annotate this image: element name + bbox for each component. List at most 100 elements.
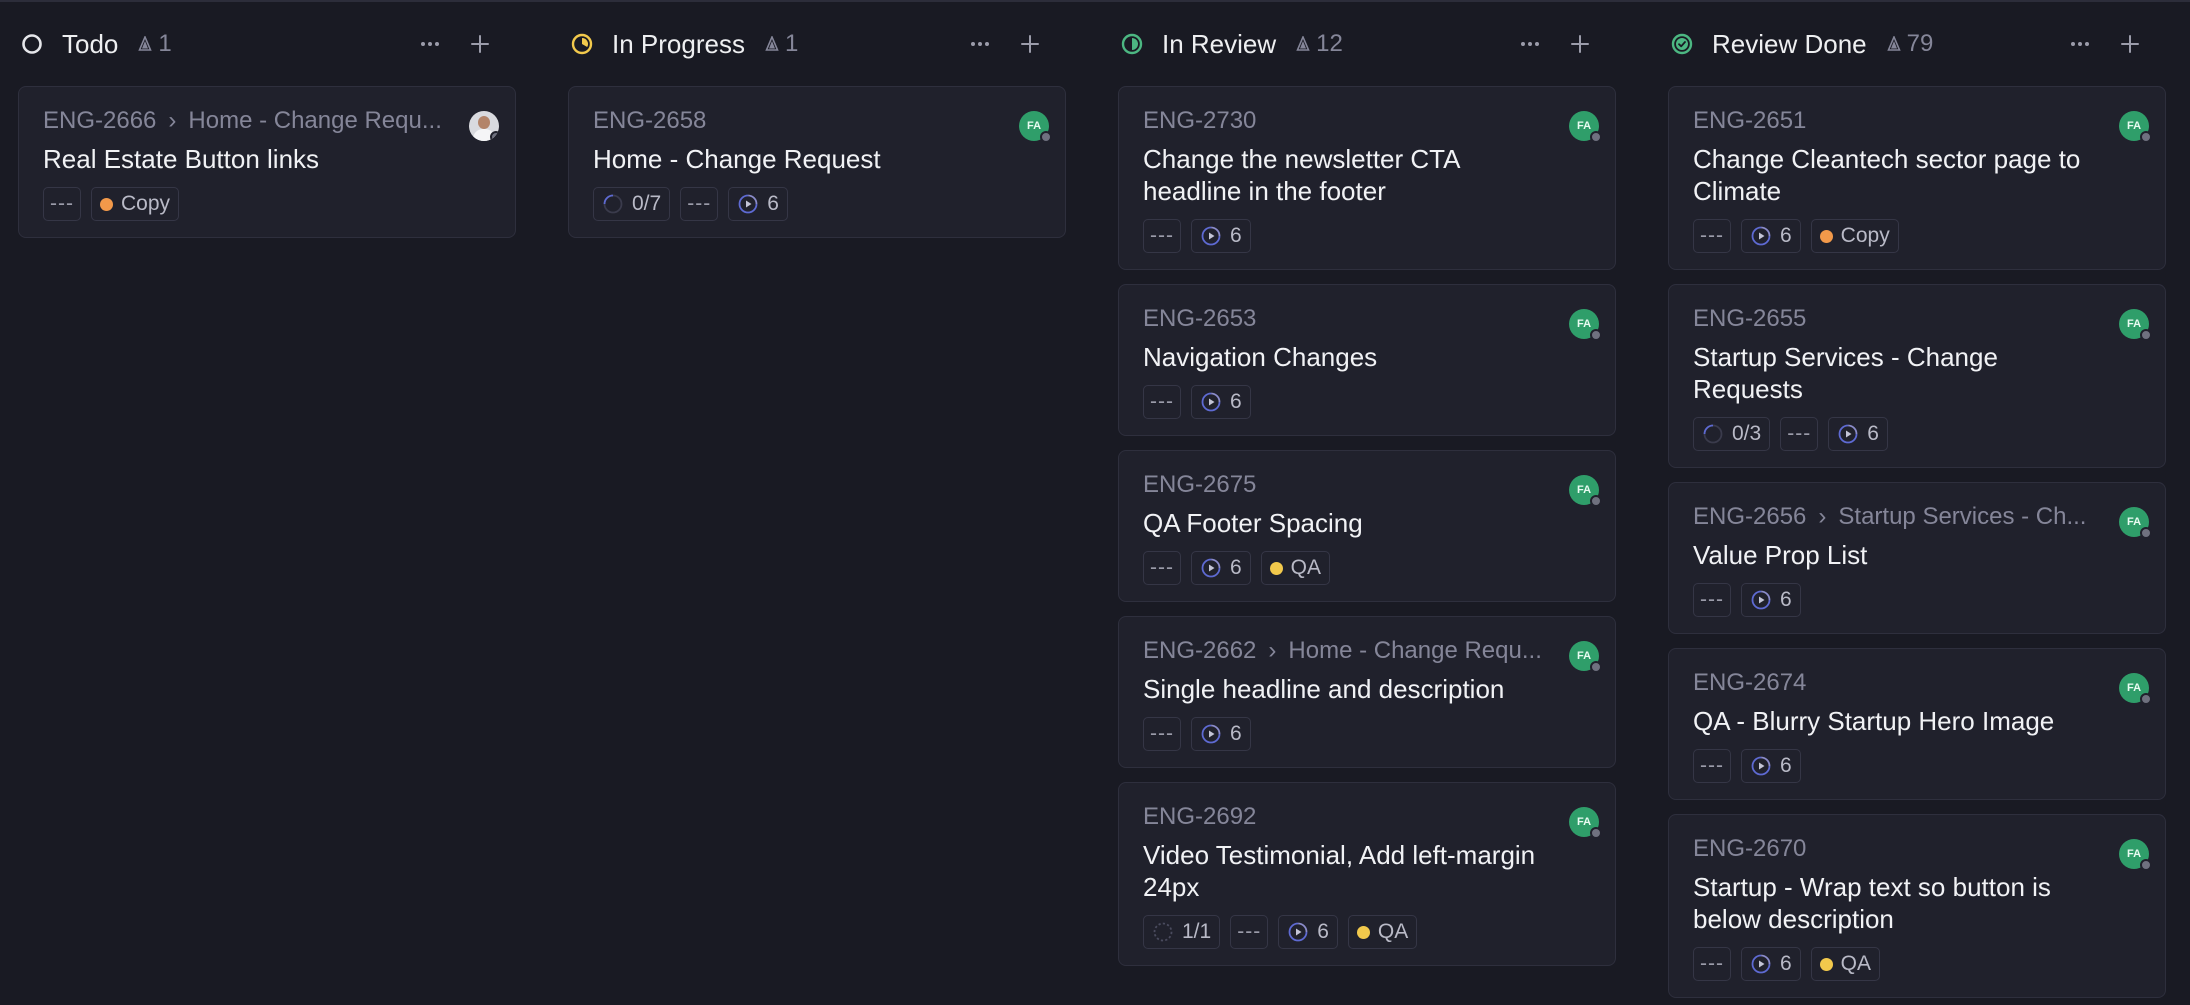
issue-card[interactable]: ENG-2692 Video Testimonial, Add left-marg… — [1118, 782, 1616, 966]
more-options-icon[interactable] — [418, 32, 442, 56]
issue-card[interactable]: ENG-2674 QA - Blurry Startup Hero Image FA… — [1668, 648, 2166, 800]
issue-card[interactable]: ENG-2670 Startup - Wrap text so button is… — [1668, 814, 2166, 998]
priority-chip[interactable]: --- — [43, 187, 81, 221]
assignee-avatar[interactable]: FA — [2119, 507, 2152, 539]
issue-card[interactable]: ENG-2675 QA Footer Spacing FA --- 6 QA — [1118, 450, 1616, 602]
assignee-avatar[interactable]: FA — [1019, 111, 1052, 143]
priority-chip[interactable]: --- — [1693, 749, 1731, 783]
cycle-chip[interactable]: 6 — [1278, 915, 1338, 949]
label-chip[interactable]: QA — [1347, 915, 1418, 949]
label-chip[interactable]: Copy — [90, 187, 180, 221]
issue-count-value: 79 — [1906, 30, 1934, 57]
label-chip[interactable]: Copy — [1810, 219, 1899, 253]
cycle-number: 6 — [1779, 588, 1792, 611]
assignee-avatar[interactable]: FA — [1569, 111, 1602, 143]
assignee-avatar[interactable]: FA — [1569, 807, 1602, 839]
cycle-chip[interactable]: 6 — [1190, 385, 1251, 419]
issue-card[interactable]: ENG-2656 › Startup Services - Ch... Value P… — [1668, 482, 2166, 634]
add-issue-icon[interactable] — [468, 32, 492, 56]
cycle-chip[interactable]: 6 — [1190, 219, 1251, 253]
cycle-icon — [1200, 225, 1222, 247]
presence-indicator — [1590, 661, 1602, 673]
parent-issue-title[interactable]: Home - Change Requ... — [1288, 637, 1541, 665]
assignee-avatar[interactable]: FA — [1569, 475, 1602, 507]
no-priority-icon: --- — [1237, 920, 1262, 943]
issue-id: ENG-2675 — [1143, 471, 1257, 498]
assignee-avatar[interactable]: FA — [2119, 111, 2152, 143]
issue-id-row: ENG-2730 — [1143, 105, 1591, 137]
priority-chip[interactable]: --- — [1780, 417, 1819, 451]
assignee-avatar[interactable]: FA — [2119, 309, 2152, 341]
no-priority-icon: --- — [1150, 556, 1174, 579]
presence-indicator — [1040, 131, 1052, 143]
cycle-number: 6 — [1229, 390, 1242, 413]
label-chip[interactable]: QA — [1810, 947, 1881, 981]
priority-chip[interactable]: --- — [1143, 717, 1181, 751]
add-issue-icon[interactable] — [1568, 32, 1592, 56]
presence-indicator — [1590, 495, 1602, 507]
label-chip[interactable]: QA — [1260, 551, 1331, 585]
more-options-icon[interactable] — [1518, 32, 1542, 56]
presence-indicator — [1590, 131, 1602, 143]
progress-ring-icon — [1152, 921, 1174, 943]
cycle-chip[interactable]: 6 — [1190, 551, 1251, 585]
issue-properties: --- 6 Copy — [1693, 219, 2141, 253]
more-options-icon[interactable] — [968, 32, 992, 56]
add-issue-icon[interactable] — [2118, 32, 2142, 56]
breadcrumb-chevron-icon: › — [1268, 637, 1277, 664]
add-issue-icon[interactable] — [1018, 32, 1042, 56]
presence-indicator — [1590, 827, 1602, 839]
priority-chip[interactable]: --- — [1693, 219, 1731, 253]
priority-chip[interactable]: --- — [1693, 947, 1731, 981]
cycle-chip[interactable]: 6 — [1828, 417, 1888, 451]
issue-card[interactable]: ENG-2666 › Home - Change Requ... Real Estat… — [18, 86, 516, 238]
column-actions — [1518, 2, 1592, 86]
assignee-avatar[interactable] — [469, 111, 499, 141]
assignee-avatar[interactable]: FA — [1569, 641, 1602, 673]
cycle-chip[interactable]: 6 — [1740, 749, 1801, 783]
issue-id: ENG-2662 — [1143, 637, 1257, 664]
cycle-number: 6 — [1779, 952, 1792, 975]
avatar-initials: FA — [2126, 120, 2142, 132]
column-title: In Review — [1162, 28, 1277, 59]
issue-id: ENG-2651 — [1693, 107, 1807, 134]
cycle-chip[interactable]: 6 — [728, 187, 788, 221]
priority-chip[interactable]: --- — [680, 187, 719, 221]
issue-count: 12 — [1296, 30, 1343, 58]
cycle-chip[interactable]: 6 — [1190, 717, 1251, 751]
priority-chip[interactable]: --- — [1143, 551, 1181, 585]
issue-card[interactable]: ENG-2655 Startup Services - Change Reques… — [1668, 284, 2166, 468]
priority-chip[interactable]: --- — [1230, 915, 1269, 949]
assignee-avatar[interactable]: FA — [2119, 839, 2152, 871]
column-in-progress: In Progress 1 ENG-2658 Home - Change Reques… — [550, 2, 1066, 1005]
assignee-avatar[interactable]: FA — [1569, 309, 1602, 341]
cycle-icon — [1287, 921, 1309, 943]
cycle-icon — [1200, 391, 1222, 413]
breadcrumb-chevron-icon: › — [1818, 503, 1827, 530]
sub-issues-chip[interactable]: 1/1 — [1143, 915, 1221, 949]
cycle-chip[interactable]: 6 — [1740, 947, 1801, 981]
more-options-icon[interactable] — [2068, 32, 2092, 56]
priority-chip[interactable]: --- — [1693, 583, 1731, 617]
cycle-icon — [1200, 723, 1222, 745]
issue-card[interactable]: ENG-2662 › Home - Change Requ... Single hea… — [1118, 616, 1616, 768]
sub-issues-chip[interactable]: 0/3 — [1693, 417, 1771, 451]
presence-indicator — [2140, 859, 2152, 871]
priority-chip[interactable]: --- — [1143, 219, 1181, 253]
column-title: In Progress — [612, 28, 745, 59]
issue-card[interactable]: ENG-2653 Navigation Changes FA --- 6 — [1118, 284, 1616, 436]
sub-issues-chip[interactable]: 0/7 — [593, 187, 671, 221]
issue-card[interactable]: ENG-2658 Home - Change Request FA 0/7 --- 6 — [568, 86, 1066, 238]
parent-issue-title[interactable]: Home - Change Requ... — [188, 107, 441, 135]
issue-card[interactable]: ENG-2730 Change the newsletter CTA headli… — [1118, 86, 1616, 270]
label-name: Copy — [120, 192, 171, 215]
label-color-dot — [99, 197, 113, 211]
cycle-chip[interactable]: 6 — [1740, 219, 1801, 253]
assignee-avatar[interactable]: FA — [2119, 673, 2152, 705]
issue-card[interactable]: ENG-2651 Change Cleantech sector page to … — [1668, 86, 2166, 270]
priority-chip[interactable]: --- — [1143, 385, 1181, 419]
cycle-chip[interactable]: 6 — [1740, 583, 1801, 617]
issue-id-row: ENG-2666 › Home - Change Requ... — [43, 105, 491, 137]
cycle-number: 6 — [1779, 224, 1792, 247]
parent-issue-title[interactable]: Startup Services - Ch... — [1838, 503, 2086, 531]
